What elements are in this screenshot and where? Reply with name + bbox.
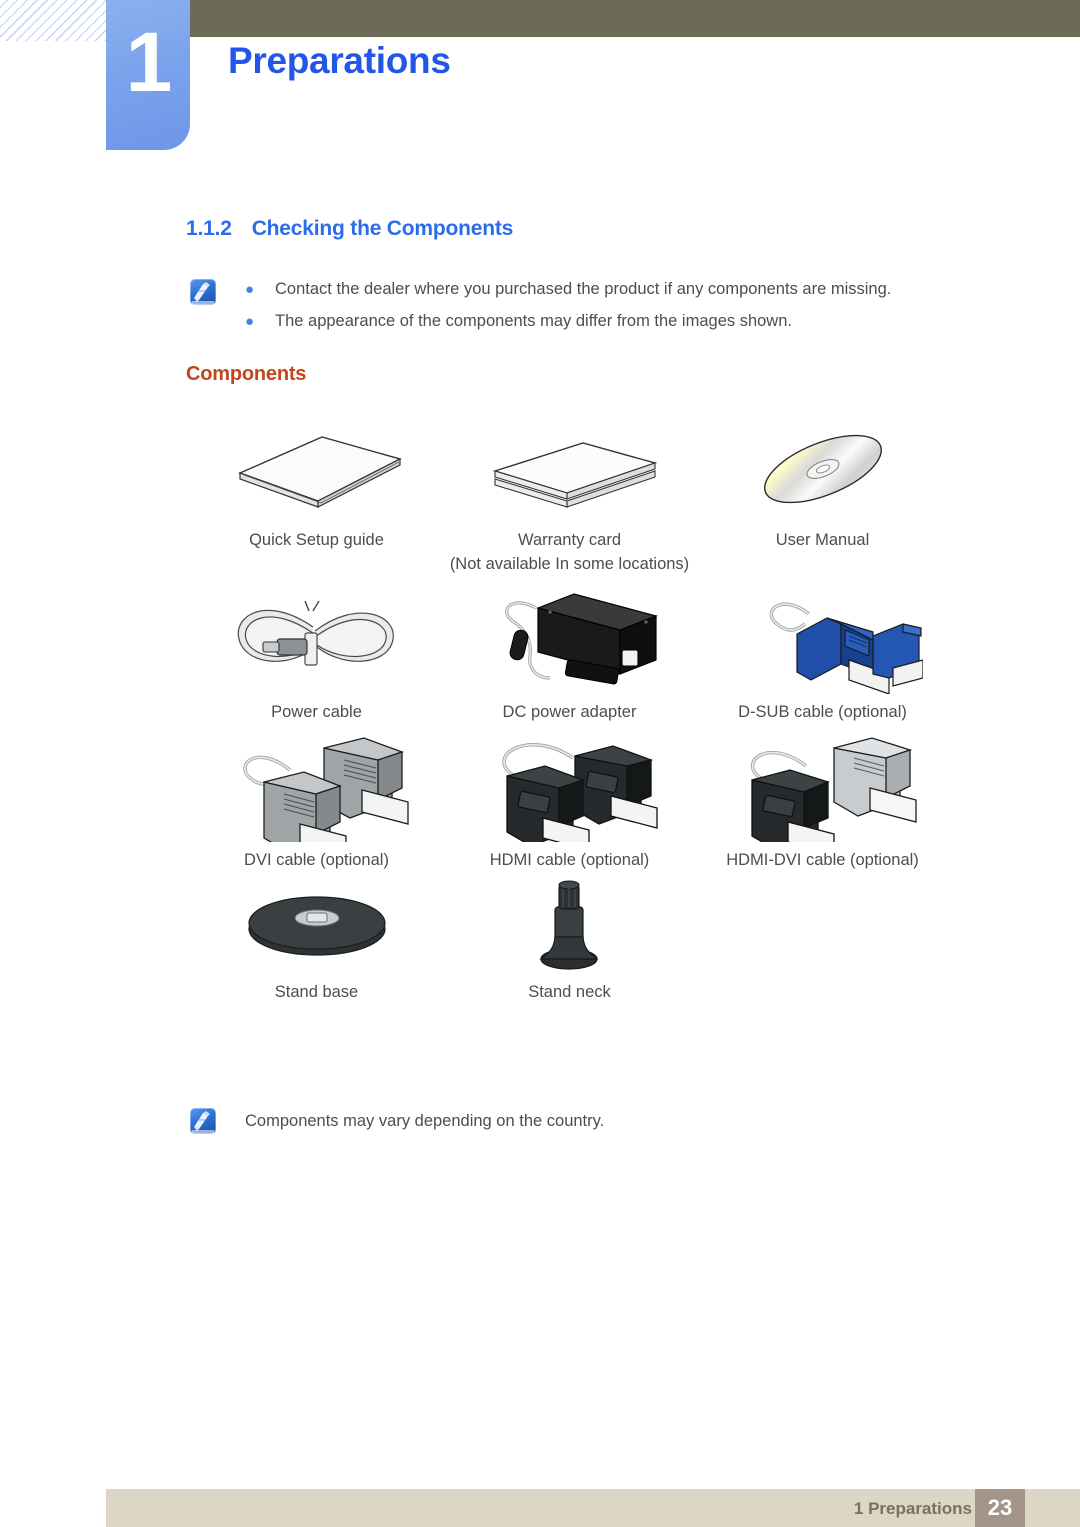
component-label: D-SUB cable (optional) bbox=[738, 702, 907, 721]
header-olive-bar bbox=[190, 0, 1080, 37]
component-cell: User Manual bbox=[696, 420, 949, 577]
component-caption: HDMI-DVI cable (optional) bbox=[726, 849, 919, 873]
component-label: Quick Setup guide bbox=[249, 531, 384, 549]
component-sublabel: (Not available In some locations) bbox=[449, 554, 690, 573]
component-cell: Warranty card (Not available In some loc… bbox=[443, 420, 696, 577]
component-cell: HDMI cable (optional) bbox=[443, 725, 696, 873]
top-note-lines: ● Contact the dealer where you purchased… bbox=[245, 279, 891, 344]
component-cell: DC power adapter bbox=[443, 577, 696, 725]
top-note-block: ● Contact the dealer where you purchased… bbox=[190, 279, 950, 344]
components-grid: Quick Setup guide Warranty card (Not ava… bbox=[190, 420, 950, 1005]
note-bullet-row: ● Contact the dealer where you purchased… bbox=[245, 280, 891, 299]
note-bullet-text: The appearance of the components may dif… bbox=[275, 312, 792, 330]
component-caption: Power cable bbox=[271, 701, 362, 725]
component-caption: Quick Setup guide bbox=[249, 529, 384, 553]
component-caption: DVI cable (optional) bbox=[244, 849, 389, 873]
component-caption: Stand base bbox=[275, 981, 358, 1005]
component-caption: HDMI cable (optional) bbox=[490, 849, 650, 873]
component-caption: Warranty card (Not available In some loc… bbox=[450, 529, 689, 577]
hdmi-dvi-cable-icon bbox=[696, 725, 949, 843]
component-caption: DC power adapter bbox=[503, 701, 637, 725]
hdmi-cable-icon bbox=[443, 725, 696, 843]
components-row: Power cable DC power adapter D-SUB cable… bbox=[190, 577, 950, 725]
components-subheading: Components bbox=[186, 363, 307, 385]
d-sub-cable-icon bbox=[696, 577, 949, 695]
component-label: Stand neck bbox=[528, 982, 611, 1001]
components-row: DVI cable (optional) HDMI cable (optiona… bbox=[190, 725, 950, 873]
bottom-note-text: Components may vary depending on the cou… bbox=[245, 1111, 605, 1130]
components-row: Quick Setup guide Warranty card (Not ava… bbox=[190, 420, 950, 577]
chapter-number: 1 bbox=[125, 15, 173, 109]
bullet-dot-icon: ● bbox=[245, 281, 255, 298]
component-cell: DVI cable (optional) bbox=[190, 725, 443, 873]
component-cell: Quick Setup guide bbox=[190, 420, 443, 577]
footer-chapter-label: 1 Preparations bbox=[853, 1499, 972, 1518]
component-cell-empty bbox=[696, 873, 949, 1005]
note-icon bbox=[190, 1108, 216, 1134]
component-label: Power cable bbox=[271, 702, 362, 721]
note-bullet-text: Contact the dealer where you purchased t… bbox=[275, 280, 892, 298]
stand-base-icon bbox=[190, 873, 443, 973]
component-label: HDMI-DVI cable (optional) bbox=[726, 850, 919, 869]
component-cell: Stand neck bbox=[443, 873, 696, 1005]
page-number-badge: 23 bbox=[975, 1489, 1025, 1527]
component-cell: HDMI-DVI cable (optional) bbox=[696, 725, 949, 873]
dvi-cable-icon bbox=[190, 725, 443, 843]
component-label: Warranty card bbox=[518, 531, 621, 549]
empty-slot bbox=[696, 873, 949, 973]
section-number: 1.1.2 bbox=[186, 217, 232, 240]
note-bullet-row: ● The appearance of the components may d… bbox=[245, 312, 891, 331]
component-label: DC power adapter bbox=[502, 702, 637, 721]
power-cable-icon bbox=[190, 577, 443, 695]
bullet-dot-icon: ● bbox=[245, 313, 255, 330]
component-cell: Stand base bbox=[190, 873, 443, 1005]
page-title: Preparations bbox=[228, 40, 451, 81]
note-icon bbox=[190, 279, 216, 305]
cd-disc-icon bbox=[696, 420, 949, 517]
component-label: HDMI cable (optional) bbox=[489, 850, 650, 869]
section-title: Checking the Components bbox=[251, 217, 514, 240]
dc-power-adapter-icon bbox=[443, 577, 696, 695]
section-heading: 1.1.2 Checking the Components bbox=[186, 217, 513, 241]
bottom-note-block: Components may vary depending on the cou… bbox=[190, 1108, 604, 1134]
chapter-number-badge: 1 bbox=[106, 0, 190, 150]
component-label: DVI cable (optional) bbox=[244, 850, 389, 869]
component-cell: Power cable bbox=[190, 577, 443, 725]
page-number: 23 bbox=[987, 1495, 1013, 1520]
component-label: User Manual bbox=[775, 531, 870, 549]
booklet-icon bbox=[190, 420, 443, 517]
stand-neck-icon bbox=[443, 873, 696, 973]
component-caption: User Manual bbox=[776, 529, 870, 553]
component-caption: D-SUB cable (optional) bbox=[738, 701, 907, 725]
component-cell: D-SUB cable (optional) bbox=[696, 577, 949, 725]
warranty-card-icon bbox=[443, 420, 696, 517]
components-row: Stand base Stand neck bbox=[190, 873, 950, 1005]
component-label: Stand base bbox=[274, 982, 359, 1001]
corner-hatch-decoration bbox=[0, 0, 106, 41]
component-caption: Stand neck bbox=[528, 981, 611, 1005]
